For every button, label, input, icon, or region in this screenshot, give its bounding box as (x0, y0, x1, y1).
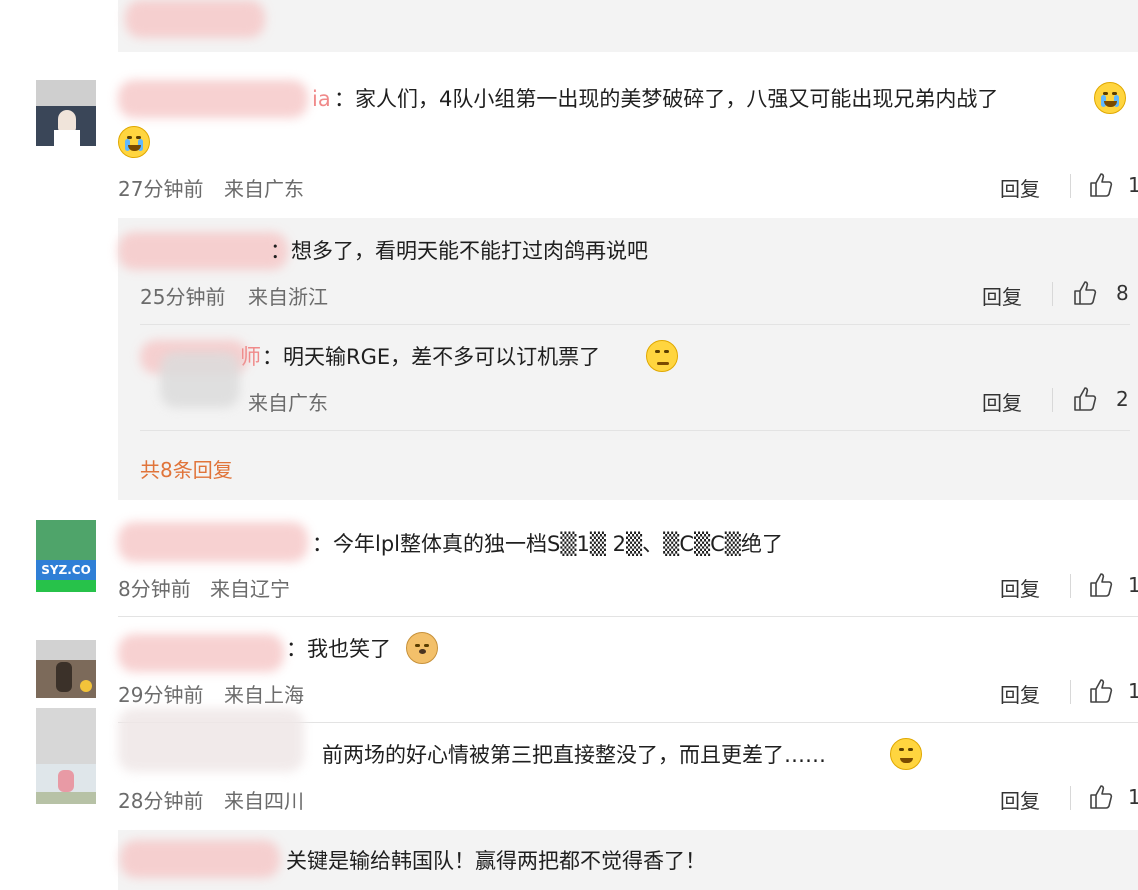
divider (1052, 282, 1053, 306)
comment-location: 来自辽宁 (210, 577, 290, 601)
comment-text: ：家人们，4队小组第一出现的美梦破碎了，八强又可能出现兄弟内战了 (334, 87, 999, 111)
reply-text: ：明天输RGE，差不多可以订机票了 (262, 345, 601, 369)
like-icon[interactable] (1072, 280, 1098, 306)
like-icon[interactable] (1088, 678, 1114, 704)
username-redacted[interactable] (118, 80, 308, 118)
divider (140, 324, 1130, 325)
reply-text: ：想多了，看明天能不能打过肉鸽再说吧 (270, 239, 648, 263)
reply-button[interactable]: 回复 (1000, 573, 1040, 602)
divider (1052, 388, 1053, 412)
like-count: 8 (1116, 281, 1129, 305)
username-redacted[interactable] (118, 708, 304, 772)
divider (118, 616, 1138, 617)
divider (1070, 786, 1071, 810)
avatar-text: SYZ.CO (36, 560, 96, 580)
comment-location: 来自四川 (224, 789, 304, 813)
thinking-emoji-icon (646, 340, 678, 372)
like-icon[interactable] (1088, 572, 1114, 598)
comment-time: 28分钟前 (118, 789, 204, 813)
username-suffix[interactable]: ia (312, 84, 331, 114)
doge-emoji-icon (406, 632, 438, 664)
avatar[interactable] (36, 640, 96, 698)
comment-time: 27分钟前 (118, 177, 204, 201)
username-redacted[interactable] (120, 840, 280, 878)
comment-text: 前两场的好心情被第三把直接整没了，而且更差了…… (322, 743, 826, 767)
comment-time: 29分钟前 (118, 683, 204, 707)
reply-text: 关键是输给韩国队！赢得两把都不觉得香了！ (286, 849, 706, 873)
reply-location: 来自浙江 (248, 285, 328, 309)
comment-text: ：今年lpl整体真的独一档S▒1▒ 2▒、▒C▒C▒绝了 (312, 532, 783, 556)
like-icon[interactable] (1072, 386, 1098, 412)
comment-time: 8分钟前 (118, 577, 191, 601)
reply-button[interactable]: 回复 (1000, 679, 1040, 708)
comment-location: 来自上海 (224, 683, 304, 707)
reply-button[interactable]: 回复 (982, 387, 1022, 416)
view-all-replies-link[interactable]: 共8条回复 (140, 454, 233, 483)
avatar[interactable]: SYZ.CO (36, 520, 96, 592)
crying-emoji-icon (118, 126, 150, 158)
comment-text: ：我也笑了 (286, 637, 391, 661)
reply-time: 25分钟前 (140, 285, 226, 309)
username-redacted[interactable] (118, 232, 288, 270)
divider (140, 430, 1130, 431)
like-icon[interactable] (1088, 172, 1114, 198)
like-count: 1 (1128, 785, 1138, 809)
reply-button[interactable]: 回复 (1000, 785, 1040, 814)
divider (1070, 574, 1071, 598)
avatar[interactable] (36, 80, 96, 146)
avatar[interactable] (36, 708, 96, 804)
like-count: 2 (1116, 387, 1129, 411)
like-count: 1 (1128, 173, 1138, 197)
comment-location: 来自广东 (224, 177, 304, 201)
like-icon[interactable] (1088, 784, 1114, 810)
like-count: 1 (1128, 679, 1138, 703)
reply-button[interactable]: 回复 (1000, 173, 1040, 202)
smile-emoji-icon (890, 738, 922, 770)
divider (1070, 680, 1071, 704)
divider (1070, 174, 1071, 198)
username-suffix[interactable]: 师 (240, 342, 261, 372)
username-redacted[interactable] (118, 634, 284, 672)
reply-button[interactable]: 回复 (982, 281, 1022, 310)
reply-time-redacted (160, 352, 240, 408)
reply-location: 来自广东 (248, 391, 328, 415)
username-redacted[interactable] (118, 522, 308, 562)
like-count: 1 (1128, 573, 1138, 597)
crying-emoji-icon (1094, 82, 1126, 114)
